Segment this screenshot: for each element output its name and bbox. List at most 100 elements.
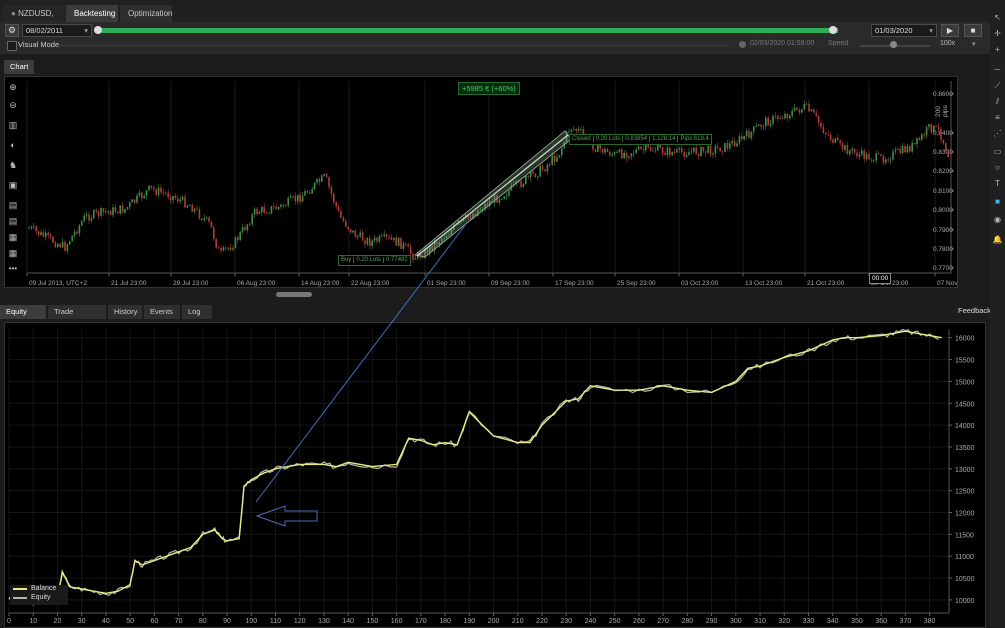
candle-body bbox=[808, 103, 810, 112]
progress-end-handle[interactable] bbox=[829, 26, 837, 34]
candle-body bbox=[743, 136, 745, 140]
candle-body bbox=[544, 169, 546, 172]
cross-icon[interactable]: + bbox=[992, 44, 1003, 55]
candle-body bbox=[810, 109, 813, 112]
candle-body bbox=[834, 138, 837, 143]
candle-body bbox=[232, 248, 234, 250]
candle-body bbox=[669, 147, 671, 156]
candle-body bbox=[114, 207, 117, 213]
candle-body bbox=[745, 130, 748, 137]
profit-badge: +5985 € (+60%) bbox=[458, 82, 520, 95]
period-icon[interactable]: ▦ bbox=[6, 246, 20, 260]
alert-bell-icon[interactable]: 🔔 bbox=[992, 234, 1003, 245]
zoom-in-icon[interactable]: ⊕ bbox=[6, 80, 20, 94]
tab-equity-chart[interactable]: Equity Chart bbox=[0, 305, 46, 330]
crosshair-icon[interactable]: ✛ bbox=[992, 28, 1003, 39]
chart-scrollbar-thumb[interactable] bbox=[276, 292, 312, 297]
timeframe-icon[interactable]: ◐ bbox=[6, 138, 20, 152]
y-tick-label: 13500 bbox=[955, 445, 975, 452]
visual-mode-checkbox[interactable] bbox=[7, 41, 17, 51]
candle-body bbox=[618, 149, 621, 153]
ellipse-icon[interactable]: ○ bbox=[992, 162, 1003, 173]
candle-body bbox=[378, 236, 381, 242]
trendline-icon[interactable]: ⟋ bbox=[992, 80, 1003, 91]
candle-body bbox=[769, 123, 772, 126]
candle-body bbox=[93, 210, 95, 218]
text-icon[interactable]: T bbox=[992, 178, 1003, 189]
x-tick-label: 120 bbox=[294, 618, 306, 625]
indicator-icon[interactable]: ♞ bbox=[6, 158, 20, 172]
closed-label-lots: 0.20 Lots bbox=[593, 136, 624, 142]
candle-body bbox=[381, 235, 383, 237]
buy-label-type: Buy bbox=[339, 257, 355, 263]
equity-chart-panel[interactable]: 0 10 20 30 40 50 60 70 80 90 100 110 120 130 140 150 160… bbox=[4, 322, 986, 628]
candle-body bbox=[203, 218, 205, 221]
candle-body bbox=[359, 232, 361, 237]
start-date-field[interactable]: 08/02/2011 ▾ bbox=[22, 24, 92, 37]
candle-body bbox=[726, 143, 729, 149]
stop-button[interactable]: ■ bbox=[964, 24, 982, 37]
candle-body bbox=[251, 214, 253, 225]
candle-body bbox=[131, 199, 133, 203]
screenshot-icon[interactable]: ▣ bbox=[6, 178, 20, 192]
candle-body bbox=[333, 193, 335, 203]
tab-history[interactable]: History bbox=[108, 305, 142, 319]
play-button[interactable]: ▶ bbox=[941, 24, 959, 37]
eye-icon[interactable]: ◉ bbox=[992, 214, 1003, 225]
candle-body bbox=[45, 232, 47, 237]
candle-body bbox=[798, 110, 801, 113]
progress-start-handle[interactable] bbox=[94, 26, 102, 34]
more-icon[interactable]: ••• bbox=[6, 262, 20, 276]
tab-backtesting[interactable]: Backtesting bbox=[66, 5, 118, 22]
candle-body bbox=[760, 124, 762, 127]
tab-log[interactable]: Log bbox=[182, 305, 212, 319]
fib-fan-icon[interactable]: ⋰ bbox=[992, 128, 1003, 139]
tab-trade-statistics[interactable]: Trade Statistics bbox=[48, 305, 106, 330]
chart-scrollbar-track[interactable] bbox=[4, 290, 958, 300]
layout-icon[interactable]: ▤ bbox=[6, 214, 20, 228]
horizontal-line-icon[interactable]: ─ bbox=[992, 64, 1003, 75]
fibonacci-icon[interactable]: ≡ bbox=[992, 112, 1003, 123]
candle-body bbox=[767, 117, 769, 126]
progress-track[interactable] bbox=[96, 28, 838, 33]
x-tick-label: 09 Sep 23:00 bbox=[491, 280, 530, 287]
equity-chart-svg: 0 10 20 30 40 50 60 70 80 90 100 110 120 130 140 150 160… bbox=[7, 328, 975, 625]
candle-body bbox=[181, 196, 184, 200]
price-chart-panel[interactable]: 09 Jul 2013, UTC+2 21 Jul 23:00 29 Jul 23:… bbox=[4, 76, 958, 288]
y-tick-label: 0.8300 bbox=[933, 149, 953, 156]
grid-icon[interactable]: ▦ bbox=[6, 230, 20, 244]
candle-body bbox=[393, 237, 395, 240]
candle-body bbox=[570, 129, 573, 132]
channel-icon[interactable]: ⫽ bbox=[992, 96, 1003, 107]
candle-body bbox=[321, 175, 323, 182]
chart-type-icon[interactable]: ▥ bbox=[6, 118, 20, 132]
candle-body bbox=[100, 208, 102, 216]
template-icon[interactable]: ▤ bbox=[6, 198, 20, 212]
y-tick-label: 10500 bbox=[955, 576, 975, 583]
candle-body bbox=[527, 176, 529, 178]
cursor-icon[interactable]: ↖ bbox=[992, 12, 1003, 23]
candle-body bbox=[177, 198, 179, 202]
candle-body bbox=[659, 144, 661, 148]
candle-body bbox=[733, 141, 736, 147]
x-tick-label: 100 bbox=[245, 618, 257, 625]
candle-body bbox=[741, 136, 743, 140]
tab-events[interactable]: Events bbox=[144, 305, 180, 319]
candle-body bbox=[388, 236, 390, 238]
color-swatch-icon[interactable]: ■ bbox=[992, 196, 1003, 207]
candle-body bbox=[817, 115, 820, 123]
x-tick-label: 06 Aug 23:00 bbox=[237, 280, 276, 287]
candle-body bbox=[911, 142, 913, 152]
end-date-field[interactable]: 01/03/2020 ▾ bbox=[871, 24, 937, 37]
rectangle-icon[interactable]: ▭ bbox=[992, 146, 1003, 157]
symbol-tab[interactable]: ● NZDUSD, h3 bbox=[3, 5, 65, 35]
candle-body bbox=[940, 129, 942, 140]
zoom-out-icon[interactable]: ⊖ bbox=[6, 98, 20, 112]
tab-chart[interactable]: Chart bbox=[4, 60, 34, 74]
backtest-toolbar: ⚙ 08/02/2011 ▾ 01/03/2020 ▾ ▶ ■ Visual M… bbox=[0, 22, 990, 54]
tab-optimization[interactable]: Optimization bbox=[120, 5, 172, 22]
candle-body bbox=[853, 148, 856, 153]
speed-slider-handle[interactable] bbox=[890, 41, 897, 48]
settings-gear-icon[interactable]: ⚙ bbox=[5, 24, 19, 37]
y-tick-label: 16000 bbox=[955, 336, 975, 343]
